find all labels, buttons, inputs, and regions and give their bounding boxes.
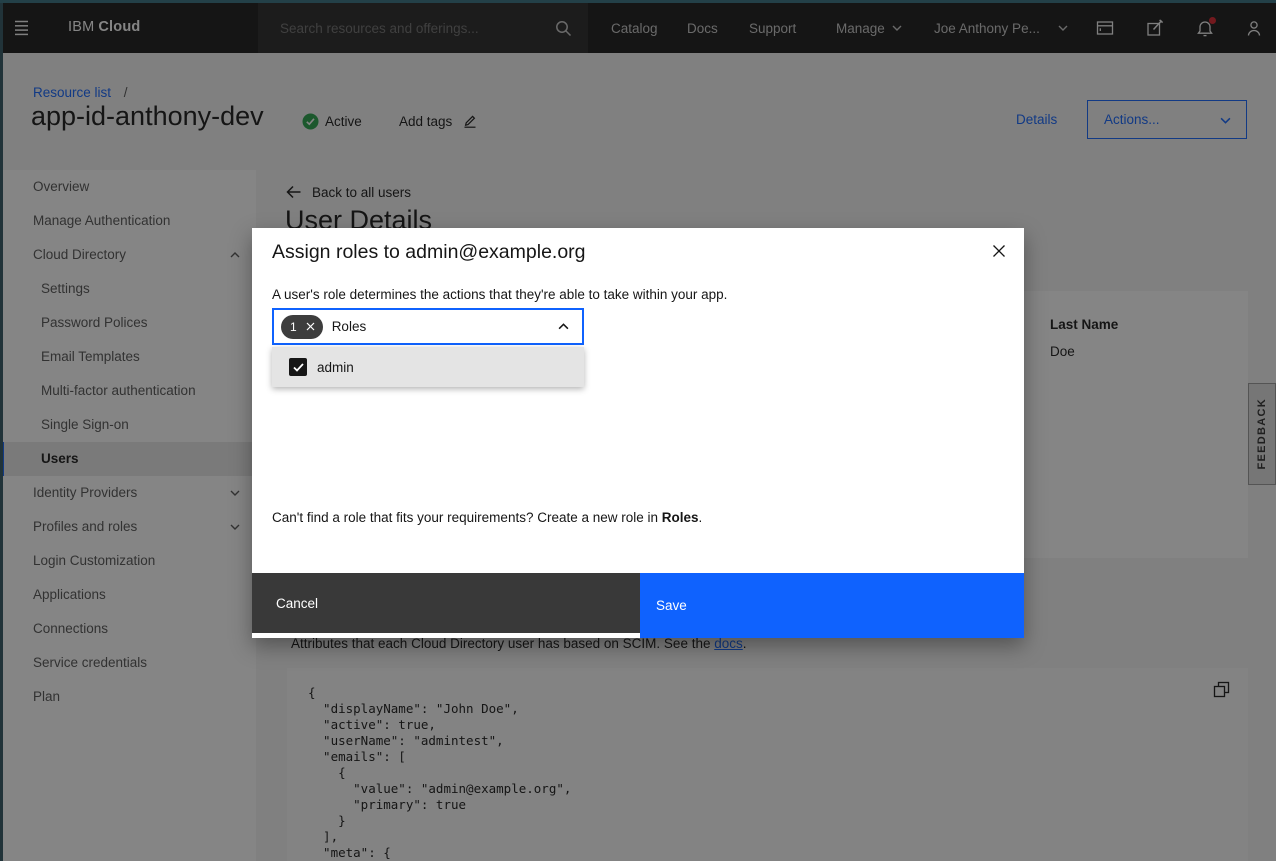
multiselect-label: Roles <box>332 319 367 334</box>
save-button[interactable]: Save <box>640 573 1024 638</box>
close-icon <box>306 322 315 331</box>
modal-footer: Cancel Save <box>252 573 1024 638</box>
roles-reference: Roles <box>662 510 699 525</box>
checkmark-icon <box>293 363 304 372</box>
cancel-button[interactable]: Cancel <box>252 573 640 633</box>
option-admin-checkbox[interactable] <box>289 358 307 376</box>
modal-description: A user's role determines the actions tha… <box>272 287 727 302</box>
option-admin[interactable]: admin <box>317 360 354 375</box>
multiselect-menu: admin <box>272 347 584 387</box>
close-button[interactable] <box>991 243 1007 259</box>
selected-count: 1 <box>281 320 300 334</box>
close-icon <box>991 243 1007 259</box>
assign-roles-dialog: Assign roles to admin@example.org A user… <box>252 228 1024 638</box>
modal-title: Assign roles to admin@example.org <box>272 241 586 264</box>
selected-count-tag: 1 <box>281 315 323 339</box>
clear-selection-button[interactable] <box>301 317 321 337</box>
create-role-hint: Can't find a role that fits your require… <box>272 510 702 525</box>
roles-multiselect[interactable]: 1 Roles <box>272 308 584 345</box>
chevron-up-icon <box>558 323 569 330</box>
